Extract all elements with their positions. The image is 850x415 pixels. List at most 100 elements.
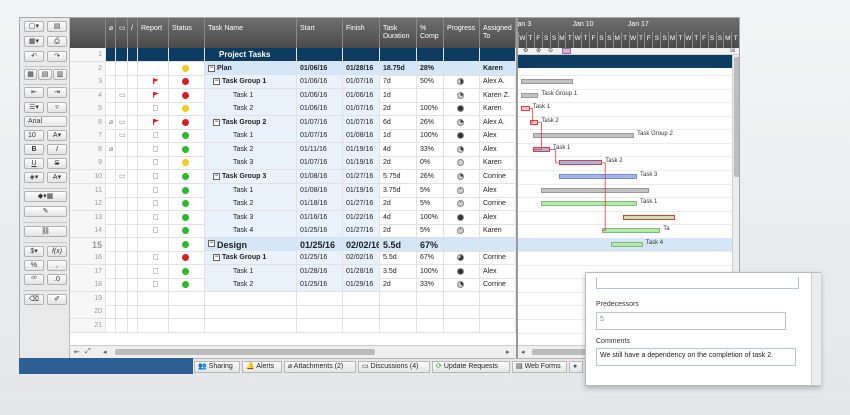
task-name-cell[interactable]: Task 4 xyxy=(205,224,297,239)
undo-icon[interactable]: ↶ xyxy=(24,51,44,62)
start-date-cell[interactable]: 01/25/16 xyxy=(297,237,343,252)
outdent-icon[interactable]: ⇥ xyxy=(47,87,67,98)
duration-cell[interactable]: 2d xyxy=(380,224,417,239)
status-cell[interactable] xyxy=(169,156,205,171)
task-name-cell[interactable]: − Task Group 1 xyxy=(205,251,297,266)
duration-cell[interactable]: 1d xyxy=(380,129,417,144)
assigned-to-cell[interactable]: Alex xyxy=(480,210,516,225)
font-select[interactable]: Arial xyxy=(24,116,67,127)
tab-more[interactable]: ● xyxy=(569,361,583,373)
paperclip-icon[interactable]: ⌀ xyxy=(109,119,113,126)
flag-icon[interactable] xyxy=(153,118,159,125)
table-row[interactable]: 5 Task 2 01/06/16 01/07/16 2d 100% Karen xyxy=(70,102,516,117)
status-cell[interactable] xyxy=(169,115,205,130)
print-icon[interactable]: ⎙ xyxy=(47,36,67,47)
row-number[interactable]: 10 xyxy=(70,169,106,184)
attachment-cell[interactable] xyxy=(106,291,116,306)
action-cell[interactable] xyxy=(128,319,138,333)
attachment-cell[interactable] xyxy=(106,183,116,198)
predecessors-input[interactable]: 5 xyxy=(596,312,786,330)
tab-update-requests[interactable]: ⟳ Update Requests xyxy=(432,361,510,373)
row-number[interactable]: 15 xyxy=(70,237,106,252)
task-name-cell[interactable]: Task 3 xyxy=(205,210,297,225)
comment-cell[interactable]: ▭ xyxy=(116,129,128,144)
table-row[interactable]: 9 Task 3 01/07/16 01/19/16 2d 0% Karen xyxy=(70,156,516,171)
percent-complete-cell[interactable] xyxy=(417,319,444,333)
assigned-to-cell[interactable] xyxy=(480,305,516,320)
flag-outline-icon[interactable] xyxy=(153,105,158,112)
table-row[interactable]: 4 ▭ Task 1 01/06/16 01/06/16 1d Karen Z. xyxy=(70,88,516,103)
progress-cell[interactable] xyxy=(444,88,480,103)
action-cell[interactable] xyxy=(128,224,138,239)
finish-date-cell[interactable] xyxy=(343,305,380,320)
row-number[interactable]: 18 xyxy=(70,278,106,293)
start-date-cell[interactable]: 01/11/16 xyxy=(297,142,343,157)
task-name-cell[interactable] xyxy=(205,305,297,320)
progress-cell[interactable] xyxy=(444,197,480,212)
attachment-cell[interactable] xyxy=(106,88,116,103)
progress-cell[interactable] xyxy=(444,129,480,144)
assigned-to-cell[interactable]: Alex xyxy=(480,264,516,279)
finish-date-cell[interactable]: 01/07/16 xyxy=(343,75,380,90)
progress-cell[interactable] xyxy=(444,75,480,90)
percent-complete-cell[interactable]: 28% xyxy=(417,61,444,76)
duration-cell[interactable]: 5.5d xyxy=(380,237,417,252)
comment-cell[interactable] xyxy=(116,48,128,62)
assigned-to-cell[interactable]: Corrine xyxy=(480,169,516,184)
finish-date-cell[interactable]: 01/07/16 xyxy=(343,102,380,117)
attachment-cell[interactable] xyxy=(106,48,116,62)
comment-cell[interactable]: ▭ xyxy=(116,115,128,130)
finish-date-cell[interactable]: 01/19/16 xyxy=(343,183,380,198)
task-name-cell[interactable]: − Design xyxy=(205,237,297,252)
attachment-cell[interactable] xyxy=(106,210,116,225)
fit-columns-icon[interactable]: ⇤ xyxy=(74,348,80,356)
finish-date-cell[interactable]: 01/28/16 xyxy=(343,264,380,279)
comment-cell[interactable] xyxy=(116,142,128,157)
duration-cell[interactable]: 4d xyxy=(380,210,417,225)
action-cell[interactable] xyxy=(128,102,138,117)
progress-cell[interactable] xyxy=(444,115,480,130)
start-date-cell[interactable]: 01/18/16 xyxy=(297,197,343,212)
percent-complete-cell[interactable]: 26% xyxy=(417,115,444,130)
start-date-cell[interactable]: 01/06/16 xyxy=(297,61,343,76)
action-cell[interactable] xyxy=(128,169,138,184)
row-number[interactable]: 12 xyxy=(70,197,106,212)
expand-icon[interactable]: ⤢ xyxy=(85,348,91,356)
filter-icon[interactable]: ▿ xyxy=(47,102,67,113)
duration-cell[interactable]: 1d xyxy=(380,88,417,103)
percent-complete-cell[interactable]: 100% xyxy=(417,264,444,279)
italic-button[interactable]: I xyxy=(47,144,67,155)
status-cell[interactable] xyxy=(169,264,205,279)
tab-sharing[interactable]: 👥 Sharing xyxy=(194,361,240,373)
attachment-cell[interactable] xyxy=(106,319,116,333)
column-header-pct-complete[interactable]: % Comp xyxy=(417,18,444,48)
row-number[interactable]: 13 xyxy=(70,210,106,225)
assigned-to-cell[interactable] xyxy=(480,291,516,306)
status-cell[interactable] xyxy=(169,278,205,293)
task-name-cell[interactable]: Task 2 xyxy=(205,102,297,117)
row-number[interactable]: 5 xyxy=(70,102,106,117)
start-date-cell[interactable] xyxy=(297,291,343,306)
action-cell[interactable] xyxy=(128,48,138,62)
duration-cell[interactable]: 18.75d xyxy=(380,61,417,76)
assigned-to-cell[interactable]: Alex xyxy=(480,129,516,144)
attachment-cell[interactable] xyxy=(106,129,116,144)
duration-cell[interactable]: 6d xyxy=(380,115,417,130)
comment-cell[interactable] xyxy=(116,251,128,266)
flag-outline-icon[interactable] xyxy=(153,254,158,261)
flag-outline-icon[interactable] xyxy=(153,227,158,234)
percent-complete-cell[interactable]: 5% xyxy=(417,197,444,212)
table-row[interactable]: 2− Plan 01/06/16 01/28/16 18.75d 28% Karen xyxy=(70,61,516,76)
attachment-cell[interactable] xyxy=(106,264,116,279)
gantt-vertical-thumb[interactable] xyxy=(734,57,739,177)
duration-cell[interactable]: 3.5d xyxy=(380,264,417,279)
table-row[interactable]: 20 xyxy=(70,305,516,320)
column-header-duration[interactable]: Task Duration xyxy=(380,18,417,48)
start-date-cell[interactable] xyxy=(297,319,343,333)
percent-complete-cell[interactable]: 33% xyxy=(417,278,444,293)
status-cell[interactable] xyxy=(169,251,205,266)
progress-cell[interactable] xyxy=(444,237,480,252)
report-flag-cell[interactable] xyxy=(138,129,169,144)
row-number[interactable]: 9 xyxy=(70,156,106,171)
column-header-finish[interactable]: Finish xyxy=(343,18,380,48)
